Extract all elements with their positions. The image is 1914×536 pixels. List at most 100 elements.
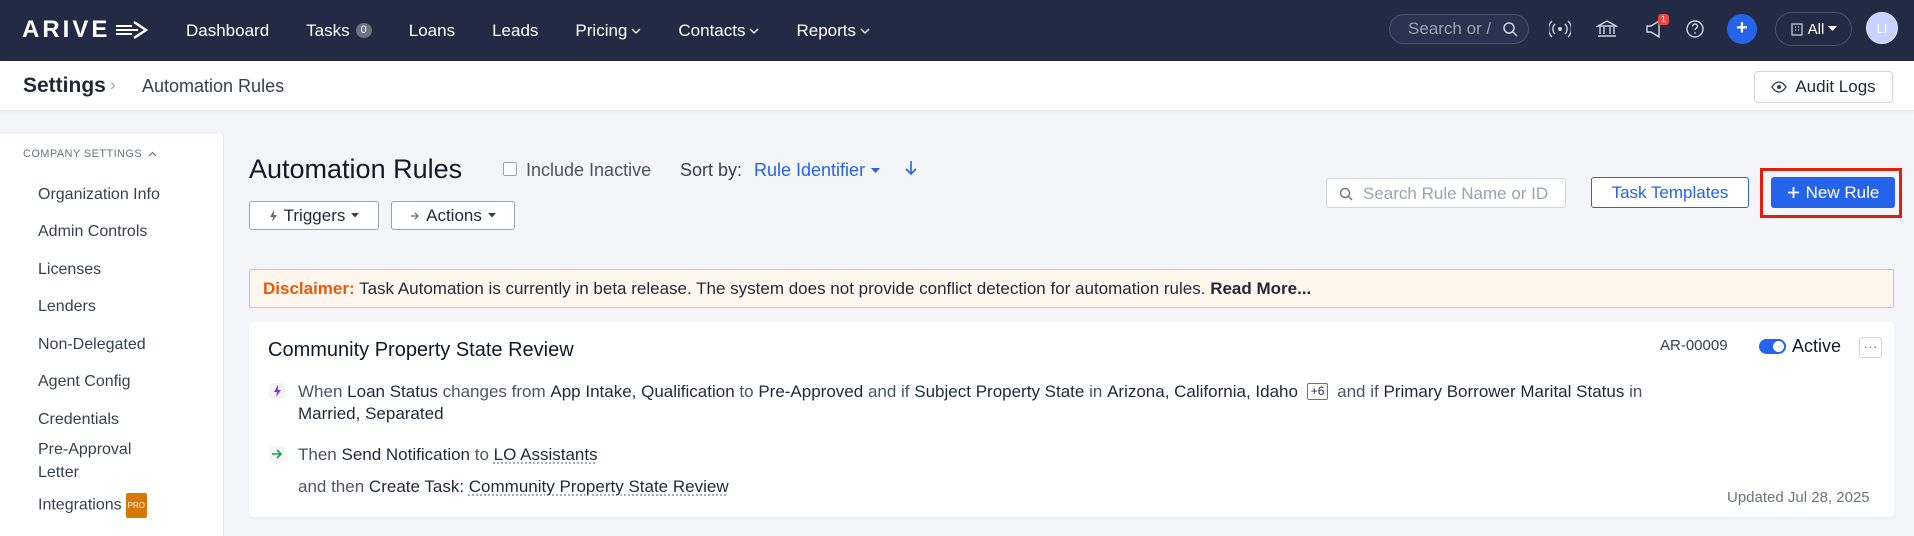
lightning-icon (269, 209, 277, 222)
nav-label: Leads (492, 20, 539, 40)
rule-search-input[interactable]: Search Rule Name or ID (1326, 178, 1566, 208)
text-in: in (1629, 382, 1643, 401)
text-and-if: and if (1337, 382, 1379, 401)
plus-icon (1787, 187, 1799, 198)
new-rule-button[interactable]: New Rule (1771, 177, 1895, 208)
bank-icon[interactable] (1596, 18, 1618, 40)
actions-filter[interactable]: Actions (391, 201, 515, 230)
disclaimer-text: Task Automation is currently in beta rel… (359, 279, 1206, 298)
sidebar-item-admin-controls[interactable]: Admin Controls (38, 220, 188, 243)
trigger-from-values: App Intake, Qualification (550, 382, 735, 401)
user-avatar[interactable]: LI (1866, 12, 1898, 44)
scope-selector[interactable]: All (1775, 12, 1852, 46)
new-rule-label: New Rule (1805, 182, 1880, 202)
audit-logs-button[interactable]: Audit Logs (1754, 71, 1893, 103)
sidebar-item-non-delegated[interactable]: Non-Delegated (38, 333, 188, 356)
caret-down-icon (1828, 26, 1838, 31)
breadcrumb-current: Automation Rules (142, 76, 285, 96)
arrow-down-icon (905, 161, 917, 176)
notification-badge: 1 (1658, 14, 1670, 25)
nav-menu: Dashboard Tasks 0 Loans Leads Pricing Con… (186, 0, 907, 61)
text-to: to (739, 382, 754, 401)
chevron-right-icon: › (110, 75, 116, 94)
caret-down-icon (871, 167, 881, 173)
search-placeholder: Search or / (1408, 19, 1492, 38)
action-name: Send Notification (341, 445, 471, 464)
trigger-to-value: Pre-Approved (758, 382, 864, 401)
nav-label: Dashboard (186, 20, 270, 40)
sidebar-item-organization-info[interactable]: Organization Info (38, 183, 188, 206)
chevron-down-icon (631, 28, 641, 34)
actions-label: Actions (426, 205, 482, 225)
action-target[interactable]: Community Property State Review (469, 477, 729, 496)
chevron-up-icon (148, 151, 157, 157)
nav-loans[interactable]: Loans (409, 21, 455, 41)
breadcrumb-bar: Settings › Automation Rules Audit Logs (0, 61, 1914, 111)
rule-action-1: Then Send Notification to LO Assistants (298, 444, 1658, 466)
read-more-link[interactable]: Read More... (1210, 279, 1311, 298)
nav-leads[interactable]: Leads (492, 21, 538, 41)
triggers-filter[interactable]: Triggers (249, 201, 379, 230)
sidebar-item-licenses[interactable]: Licenses (38, 258, 188, 281)
sidebar-item-lenders[interactable]: Lenders (38, 295, 188, 318)
text-changes-from: changes from (442, 382, 546, 401)
text-when: When (298, 382, 343, 401)
caret-down-icon (351, 213, 360, 218)
trigger-lightning-icon (269, 383, 285, 399)
triggers-label: Triggers (283, 205, 346, 225)
sidebar-item-agent-config[interactable]: Agent Config (38, 370, 188, 393)
broadcast-icon[interactable] (1549, 18, 1571, 40)
rule-action-2: and then Create Task: Community Property… (298, 476, 1658, 498)
logo-arrow-icon (116, 20, 149, 40)
settings-sidebar: COMPANY SETTINGS Organization Info Admin… (0, 134, 224, 536)
text-to: to (474, 445, 489, 464)
rule-updated-date: Updated Jul 28, 2025 (1727, 489, 1870, 506)
sort-direction-button[interactable] (905, 160, 917, 181)
nav-label: Contacts (678, 20, 746, 40)
nav-pricing[interactable]: Pricing (575, 21, 641, 41)
rule-status-label: Active (1792, 336, 1842, 356)
rule-active-toggle[interactable] (1759, 339, 1786, 354)
more-values-badge[interactable]: +6 (1306, 383, 1329, 400)
rule-title[interactable]: Community Property State Review (268, 339, 574, 362)
sort-dropdown[interactable]: Rule Identifier (754, 160, 881, 181)
text-and-if: and if (867, 382, 910, 401)
task-templates-button[interactable]: Task Templates (1591, 177, 1749, 208)
action-target[interactable]: LO Assistants (494, 445, 598, 464)
sort-value: Rule Identifier (754, 160, 866, 180)
action-arrow-icon (269, 446, 285, 462)
condition-field: Subject Property State (914, 382, 1085, 401)
chevron-down-icon (750, 28, 759, 34)
sort-label: Sort by: (680, 160, 743, 180)
top-nav: ARIVE Dashboard Tasks 0 Loans Leads Prici… (0, 0, 1914, 61)
condition-field: Primary Borrower Marital Status (1383, 382, 1625, 401)
tasks-count-badge: 0 (355, 23, 372, 38)
nav-tasks[interactable]: Tasks 0 (306, 21, 372, 41)
pro-badge: PRO (125, 493, 147, 518)
include-inactive-checkbox[interactable] (503, 162, 517, 176)
quick-add-button[interactable]: + (1727, 14, 1757, 44)
more-options-icon[interactable]: ··· (1859, 337, 1882, 358)
text-in: in (1089, 382, 1103, 401)
chevron-down-icon (860, 28, 870, 34)
sidebar-item-pre-approval-letter[interactable]: Pre-Approval Letter (38, 438, 158, 484)
nav-label: Reports (796, 20, 857, 40)
nav-reports[interactable]: Reports (796, 21, 870, 41)
help-icon[interactable] (1684, 18, 1706, 40)
nav-dashboard[interactable]: Dashboard (186, 21, 269, 41)
sidebar-item-credentials[interactable]: Credentials (38, 408, 188, 431)
include-inactive-label[interactable]: Include Inactive (526, 160, 651, 181)
caret-down-icon (487, 213, 496, 218)
section-label: COMPANY SETTINGS (23, 148, 143, 160)
nav-label: Pricing (575, 20, 628, 40)
global-search-input[interactable]: Search or / (1389, 14, 1529, 44)
disclaimer-label: Disclaimer: (263, 279, 355, 298)
logo-text: ARIVE (22, 16, 111, 43)
nav-contacts[interactable]: Contacts (678, 21, 759, 41)
sidebar-section-company-settings[interactable]: COMPANY SETTINGS (23, 148, 157, 160)
search-placeholder: Search Rule Name or ID (1363, 184, 1549, 203)
arive-logo[interactable]: ARIVE (22, 16, 150, 44)
sidebar-item-integrations[interactable]: Integrations PRO (38, 493, 188, 518)
breadcrumb-settings[interactable]: Settings (23, 74, 106, 98)
condition-values: Married, Separated (298, 404, 444, 423)
